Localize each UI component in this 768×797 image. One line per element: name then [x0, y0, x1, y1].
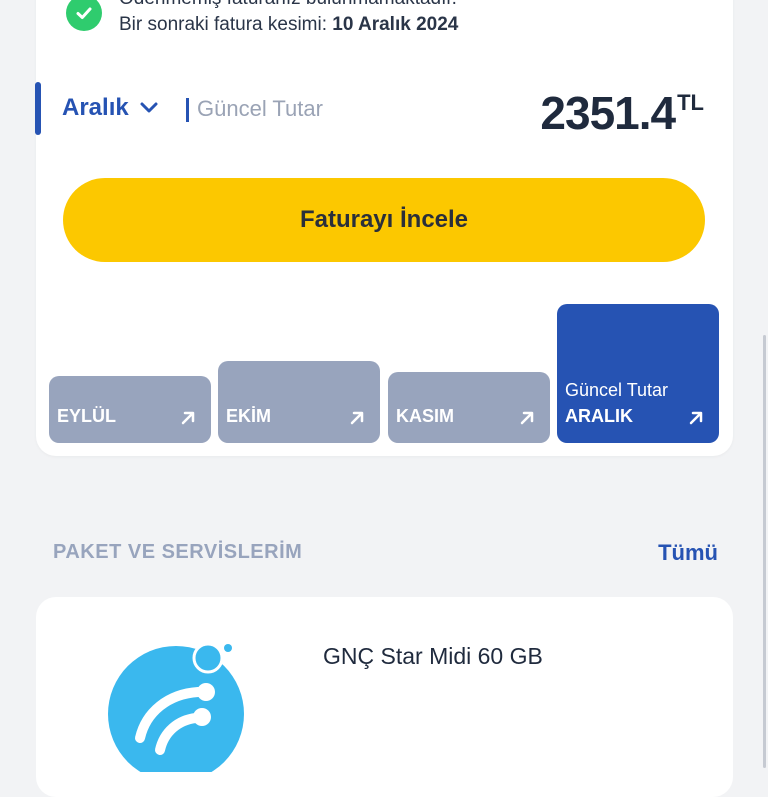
section-title: PAKET VE SERVİSLERİM	[53, 541, 303, 563]
amount-currency: TL	[677, 90, 704, 115]
month-card-1[interactable]: EKİM	[218, 361, 380, 443]
month-name: KASIM	[396, 406, 454, 426]
arrow-up-right-icon	[520, 411, 534, 425]
next-bill-date: 10 Aralık 2024	[332, 14, 459, 35]
month-card-0[interactable]: EYLÜL	[49, 376, 211, 443]
month-sub-label: Güncel Tutar	[565, 380, 669, 400]
label-divider	[186, 98, 189, 122]
amount-value: 2351.4	[540, 87, 676, 139]
selected-month: Aralık	[62, 94, 129, 121]
turkcell-logo-icon	[108, 642, 248, 782]
payment-status-text: Ödenmemiş faturanız bulunmamaktadır.	[119, 0, 457, 10]
month-selector[interactable]: Aralık	[62, 94, 159, 122]
chevron-down-icon	[140, 102, 158, 113]
scrollbar[interactable]	[763, 335, 766, 768]
current-amount-label: Güncel Tutar	[197, 96, 323, 121]
arrow-up-right-icon	[689, 411, 703, 425]
package-name: GNÇ Star Midi 60 GB	[323, 643, 543, 669]
arrow-up-right-icon	[350, 411, 364, 425]
month-name: EYLÜL	[57, 406, 117, 426]
arrow-up-right-icon	[181, 411, 195, 425]
accent-bar	[35, 82, 41, 135]
see-all-link[interactable]: Tümü	[658, 540, 718, 566]
month-name: EKİM	[226, 406, 271, 426]
bill-amount: 2351.4 TL	[540, 86, 704, 140]
view-invoice-button[interactable]: Faturayı İncele	[63, 178, 705, 262]
month-card-3[interactable]: Güncel Tutar ARALIK	[557, 304, 719, 443]
next-bill-text: Bir sonraki fatura kesimi: 10 Aralık 202…	[119, 14, 459, 35]
month-name: ARALIK	[565, 406, 633, 426]
month-card-2[interactable]: KASIM	[388, 372, 550, 443]
